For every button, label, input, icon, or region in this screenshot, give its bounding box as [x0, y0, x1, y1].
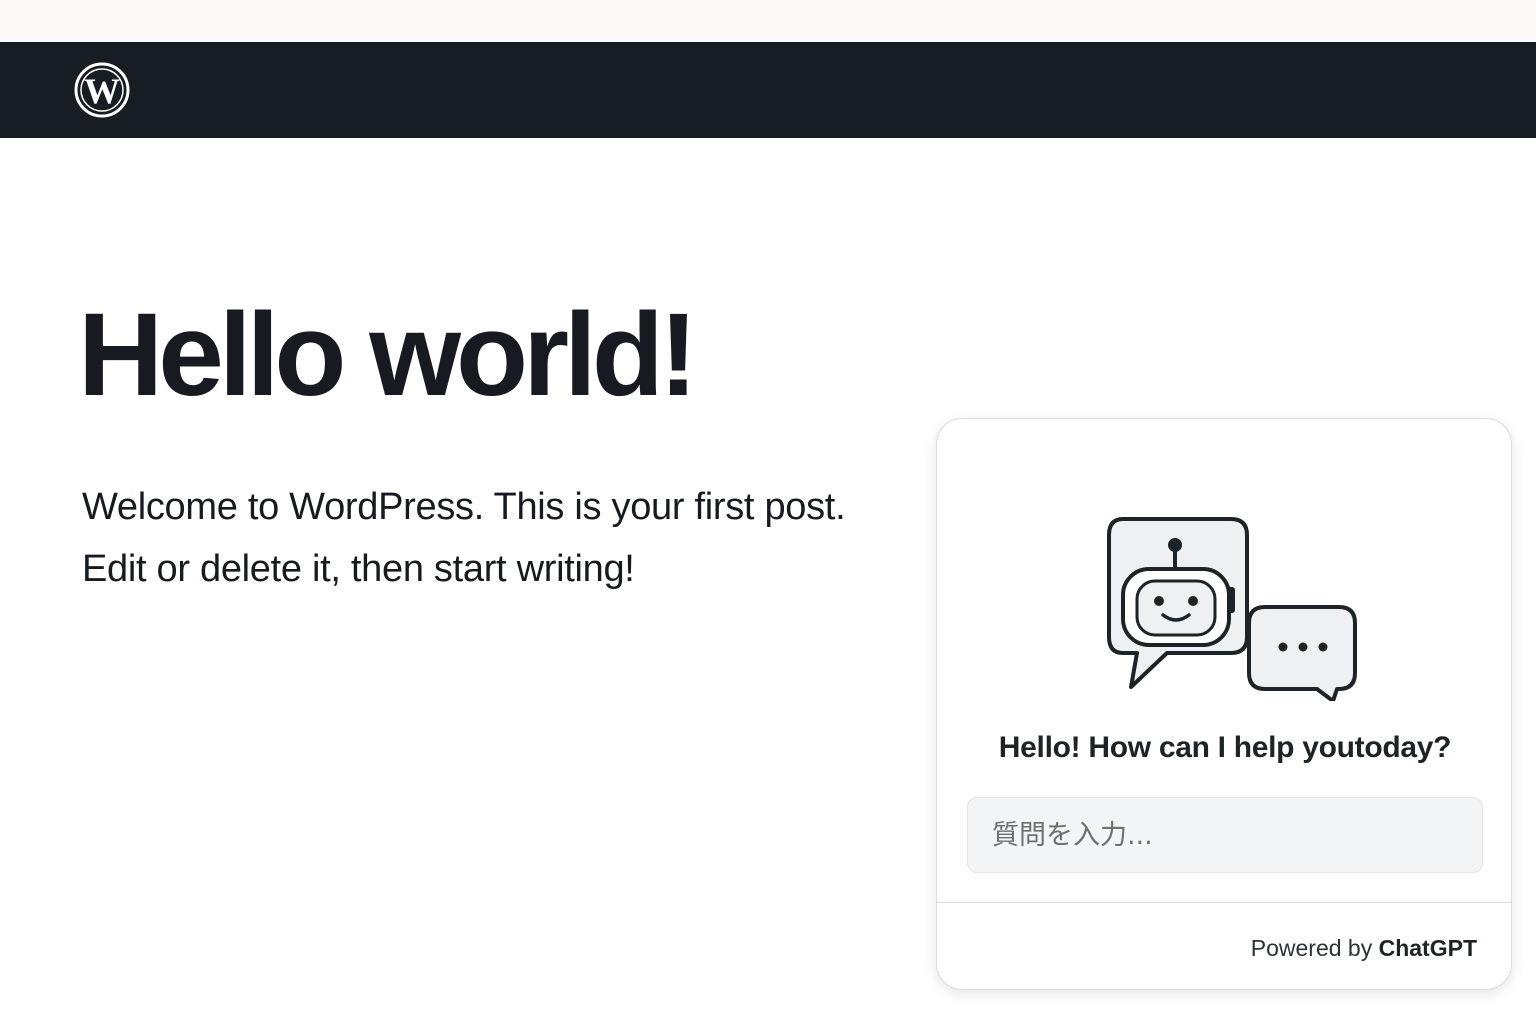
powered-by-label: Powered by ChatGPT: [1251, 935, 1477, 962]
chat-question-input[interactable]: [967, 797, 1483, 873]
chat-widget: Hello! How can I help youtoday? Powered …: [936, 418, 1512, 990]
post-title: Hello world!: [78, 289, 698, 421]
post-body: Welcome to WordPress. This is your first…: [82, 476, 922, 600]
svg-text:W: W: [84, 71, 120, 111]
chat-greeting: Hello! How can I help youtoday?: [998, 731, 1452, 764]
powered-by-text: Powered by: [1250, 935, 1379, 961]
browser-top-strip: [0, 0, 1536, 42]
chat-divider: [937, 902, 1511, 903]
chatbot-robot-icon: [1107, 511, 1367, 703]
wordpress-logo-icon[interactable]: W: [74, 62, 130, 118]
powered-by-brand[interactable]: ChatGPT: [1379, 935, 1477, 961]
site-header: [0, 42, 1536, 138]
post-body-line: Edit or delete it, then start writing!: [82, 548, 635, 590]
post-body-line: Welcome to WordPress. This is your first…: [82, 486, 846, 528]
